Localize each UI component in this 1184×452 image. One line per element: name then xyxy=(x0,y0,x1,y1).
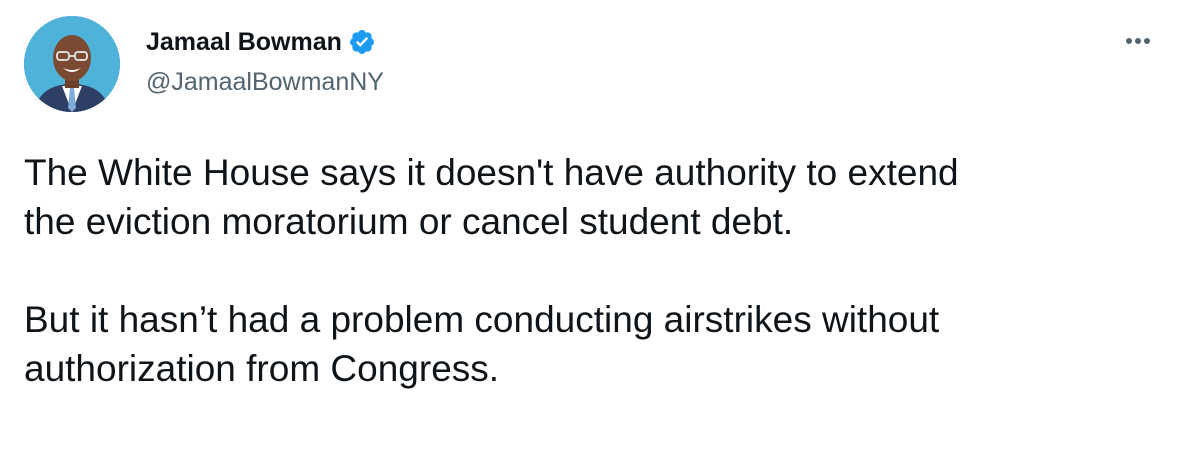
author-name-row: Jamaal Bowman xyxy=(146,26,376,58)
tweet-line: But it hasn’t had a problem conducting a… xyxy=(24,299,940,340)
avatar[interactable] xyxy=(24,16,120,112)
more-options-icon[interactable] xyxy=(1118,34,1158,46)
tweet-card: Jamaal Bowman @JamaalBowmanNY The White … xyxy=(0,0,1184,452)
tweet-text: The White House says it doesn't have aut… xyxy=(24,148,1164,393)
tweet-line: The White House says it doesn't have aut… xyxy=(24,152,959,193)
tweet-line: the eviction moratorium or cancel studen… xyxy=(24,201,794,242)
avatar-image xyxy=(24,16,120,112)
author-handle[interactable]: @JamaalBowmanNY xyxy=(146,68,384,97)
author-display-name[interactable]: Jamaal Bowman xyxy=(146,28,342,57)
tweet-line: authorization from Congress. xyxy=(24,348,500,389)
verified-badge-icon xyxy=(348,28,376,56)
